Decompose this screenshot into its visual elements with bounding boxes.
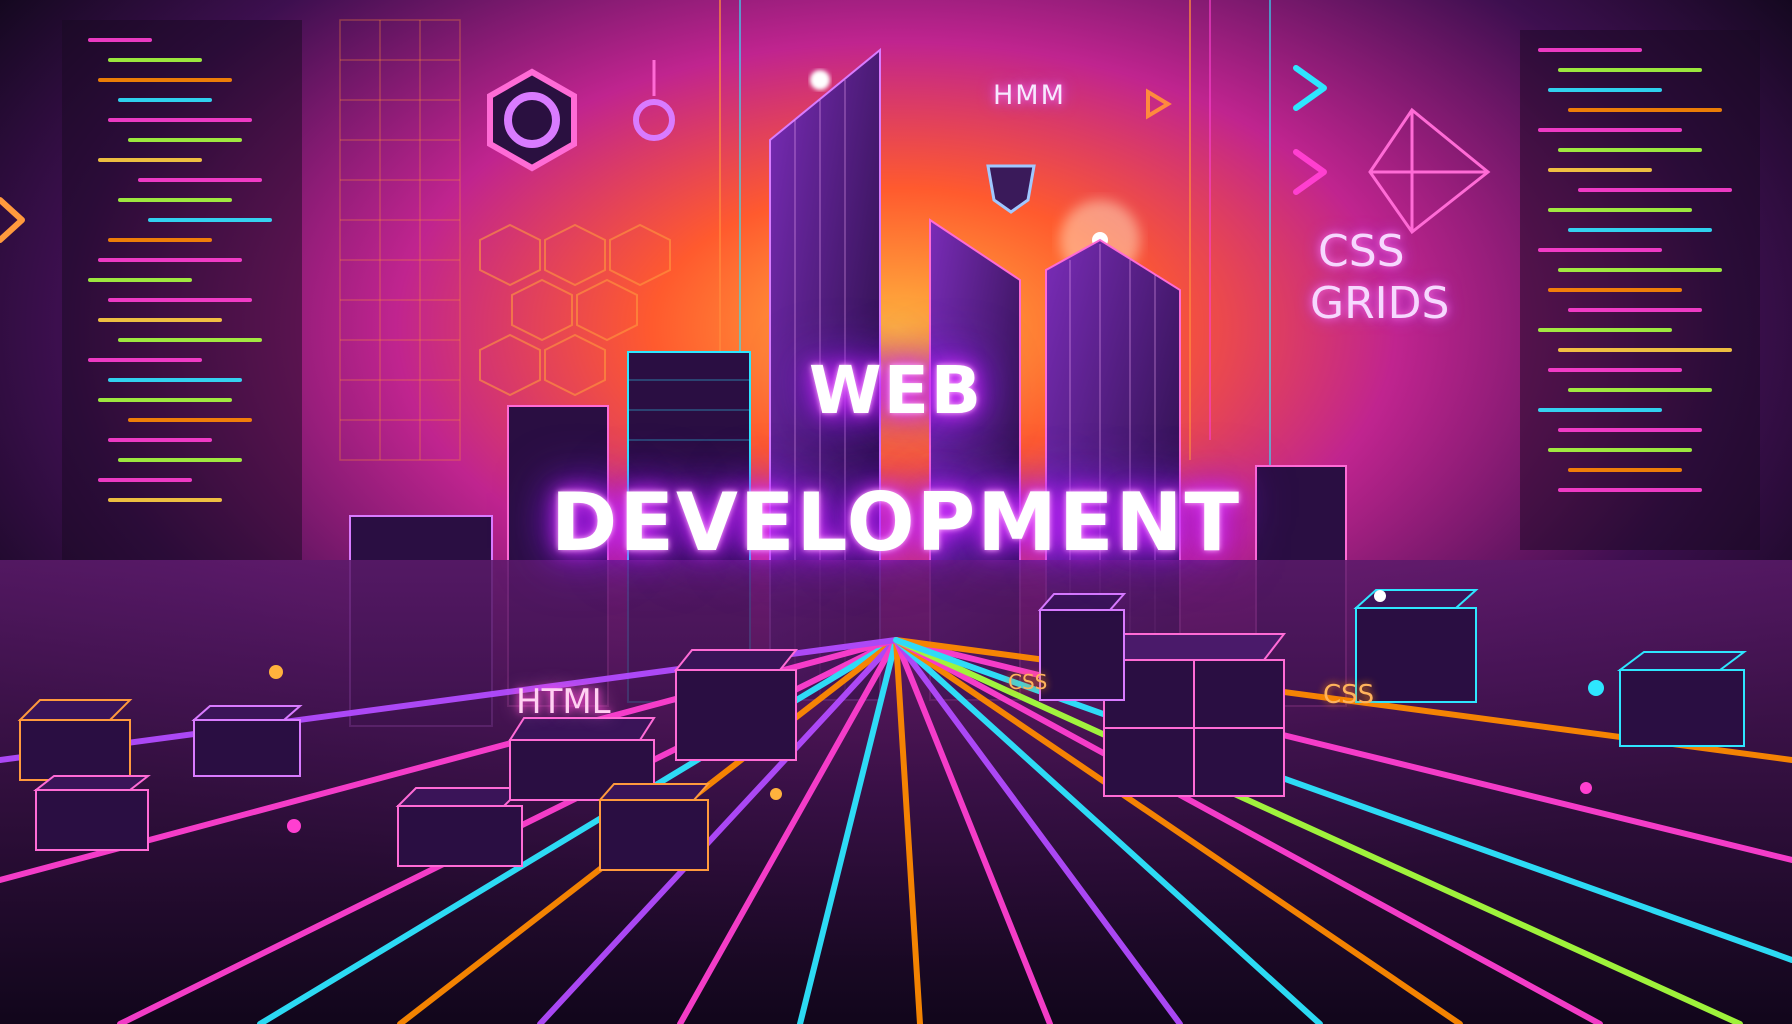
css-small-label: CSS	[1008, 670, 1048, 694]
hero-title-line-1: WEB	[808, 352, 984, 429]
html-sign: HTML	[516, 682, 611, 722]
code-panel-right	[1520, 30, 1760, 550]
light-burst-top	[810, 70, 830, 90]
web-development-illustration: WEB DEVELOPMENT HMM CSS GRIDS HTML CSS C…	[0, 0, 1792, 1024]
hexagon-ring-icon	[487, 68, 577, 172]
hero-title-line-2: DEVELOPMENT	[550, 476, 1242, 569]
hmm-label: HMM	[993, 80, 1066, 111]
css-grids-label-line-1: CSS	[1318, 226, 1405, 277]
css-sign: CSS	[1323, 680, 1375, 710]
css-grids-label-line-2: GRIDS	[1310, 278, 1450, 329]
